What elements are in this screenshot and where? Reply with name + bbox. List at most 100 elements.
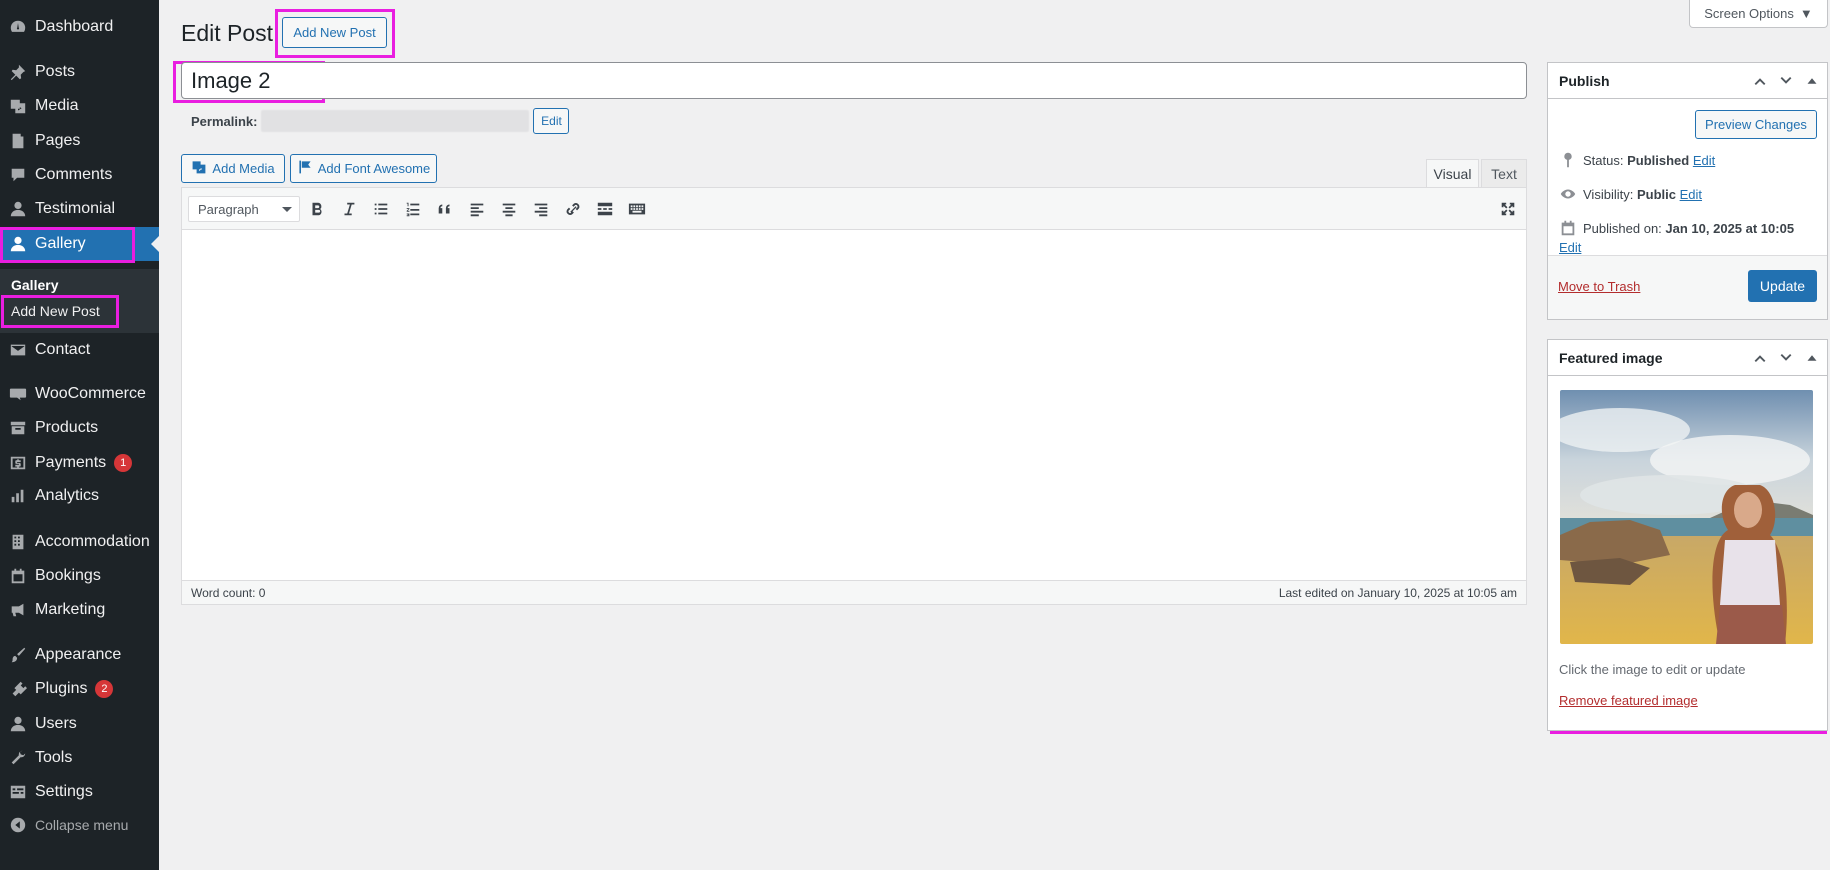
publish-actions: Move to Trash Update <box>1548 255 1827 319</box>
post-title-input[interactable]: Image 2 <box>181 62 1527 99</box>
visibility-edit-link[interactable]: Edit <box>1680 187 1702 202</box>
add-new-post-button[interactable]: Add New Post <box>282 17 387 48</box>
move-up-icon[interactable] <box>1751 349 1769 370</box>
move-to-trash-link[interactable]: Move to Trash <box>1558 279 1640 294</box>
insert-link-button[interactable] <box>561 197 585 221</box>
sidebar-item-contact[interactable]: Contact <box>0 333 159 367</box>
sidebar-item-label: Media <box>35 97 79 114</box>
sidebar-item-pages[interactable]: Pages <box>0 124 159 158</box>
bar-chart-icon <box>0 487 35 505</box>
beach-photo <box>1560 390 1813 644</box>
sidebar-item-plugins[interactable]: Plugins 2 <box>0 672 159 706</box>
format-select[interactable]: Paragraph <box>188 196 300 222</box>
screen-options-label: Screen Options <box>1704 6 1794 21</box>
align-center-icon <box>502 203 516 217</box>
settings-icon <box>0 783 35 801</box>
publish-box-header: Publish <box>1548 63 1827 99</box>
submenu-add-new-post[interactable]: Add New Post <box>11 303 100 319</box>
editor-toolbar: Paragraph <box>182 188 1526 230</box>
toggle-panel-icon[interactable] <box>1803 72 1821 93</box>
published-on-label: Published on: <box>1583 220 1662 236</box>
sidebar-item-label: Appearance <box>35 646 122 663</box>
published-on-edit-row: Edit <box>1559 240 1581 255</box>
permalink-url-blurred[interactable] <box>261 110 530 132</box>
sidebar-item-products[interactable]: Products <box>0 411 159 445</box>
link-icon <box>566 203 580 215</box>
published-on-value: Jan 10, 2025 at 10:05 <box>1665 220 1795 236</box>
sidebar-item-label: Comments <box>35 166 113 183</box>
featured-image-thumbnail[interactable] <box>1560 390 1813 644</box>
wrench-icon <box>0 749 35 767</box>
sidebar-item-marketing[interactable]: Marketing <box>0 593 159 627</box>
published-on-row: Published on: Jan 10, 2025 at 10:05 <box>1559 219 1794 237</box>
sidebar-item-users[interactable]: Users <box>0 707 159 741</box>
sidebar-item-payments[interactable]: Payments 1 <box>0 446 159 480</box>
update-button[interactable]: Update <box>1748 270 1817 302</box>
sidebar-item-settings[interactable]: Settings <box>0 775 159 809</box>
megaphone-icon <box>0 601 35 619</box>
add-media-label: Add Media <box>212 161 275 176</box>
bullet-list-button[interactable] <box>369 197 393 221</box>
status-edit-link[interactable]: Edit <box>1693 153 1715 168</box>
sidebar-item-woocommerce[interactable]: WooCommerce <box>0 377 159 411</box>
screen-options-button[interactable]: Screen Options ▼ <box>1689 0 1828 28</box>
tab-visual[interactable]: Visual <box>1426 159 1479 188</box>
sidebar-item-label: WooCommerce <box>35 385 146 402</box>
fullscreen-button[interactable] <box>1496 197 1520 221</box>
italic-button[interactable] <box>337 197 361 221</box>
sidebar-item-analytics[interactable]: Analytics <box>0 479 159 513</box>
status-row: Status: Published Edit <box>1559 151 1715 169</box>
keyboard-icon <box>628 203 646 215</box>
blockquote-button[interactable] <box>433 197 457 221</box>
sidebar-item-gallery[interactable]: Gallery <box>0 227 159 261</box>
sidebar-item-accommodation[interactable]: Accommodation <box>0 525 159 559</box>
sidebar-item-tools[interactable]: Tools <box>0 741 159 775</box>
dollar-icon <box>0 454 35 472</box>
toolbar-toggle-button[interactable] <box>625 197 649 221</box>
sidebar-item-comments[interactable]: Comments <box>0 158 159 192</box>
sidebar-item-label: Marketing <box>35 601 106 618</box>
sidebar-item-dashboard[interactable]: Dashboard <box>0 10 159 44</box>
user-icon <box>0 235 35 253</box>
visibility-row: Visibility: Public Edit <box>1559 185 1702 203</box>
preview-changes-button[interactable]: Preview Changes <box>1695 110 1817 139</box>
remove-featured-image-link[interactable]: Remove featured image <box>1559 693 1698 708</box>
permalink-edit-button[interactable]: Edit <box>533 108 570 134</box>
align-center-button[interactable] <box>497 197 521 221</box>
sidebar-item-label: Plugins <box>35 680 88 697</box>
move-up-icon[interactable] <box>1751 72 1769 93</box>
caret-down-icon: ▼ <box>1799 6 1813 21</box>
sidebar-item-label: Posts <box>35 63 76 80</box>
sidebar-item-label: Testimonial <box>35 200 116 217</box>
eye-icon <box>1560 189 1576 199</box>
bold-button[interactable] <box>305 197 329 221</box>
sidebar-item-bookings[interactable]: Bookings <box>0 559 159 593</box>
submenu-gallery[interactable]: Gallery <box>11 277 58 293</box>
sidebar-item-media[interactable]: Media <box>0 89 159 123</box>
tab-text[interactable]: Text <box>1481 159 1527 188</box>
collapse-icon <box>0 816 35 834</box>
bullet-list-icon <box>374 203 388 215</box>
read-more-button[interactable] <box>593 197 617 221</box>
visibility-value: Public <box>1636 186 1676 202</box>
user-icon <box>0 715 35 733</box>
add-media-button[interactable]: Add Media <box>181 154 285 183</box>
dashboard-icon <box>0 18 35 36</box>
sidebar-item-appearance[interactable]: Appearance <box>0 638 159 672</box>
move-down-icon[interactable] <box>1777 349 1795 370</box>
align-left-button[interactable] <box>465 197 489 221</box>
add-font-awesome-button[interactable]: Add Font Awesome <box>290 154 437 183</box>
move-down-icon[interactable] <box>1777 72 1795 93</box>
featured-image-help: Click the image to edit or update <box>1559 662 1746 677</box>
collapse-menu-button[interactable]: Collapse menu <box>0 808 159 842</box>
woo-icon <box>0 385 35 403</box>
sidebar-item-posts[interactable]: Posts <box>0 55 159 89</box>
sidebar-item-testimonial[interactable]: Testimonial <box>0 192 159 226</box>
published-on-edit-link[interactable]: Edit <box>1559 240 1581 255</box>
sidebar-item-label: Payments <box>35 454 107 471</box>
sidebar-item-label: Contact <box>35 341 91 358</box>
toggle-panel-icon[interactable] <box>1803 349 1821 370</box>
align-right-button[interactable] <box>529 197 553 221</box>
status-value: Published <box>1627 152 1690 168</box>
numbered-list-button[interactable] <box>401 197 425 221</box>
